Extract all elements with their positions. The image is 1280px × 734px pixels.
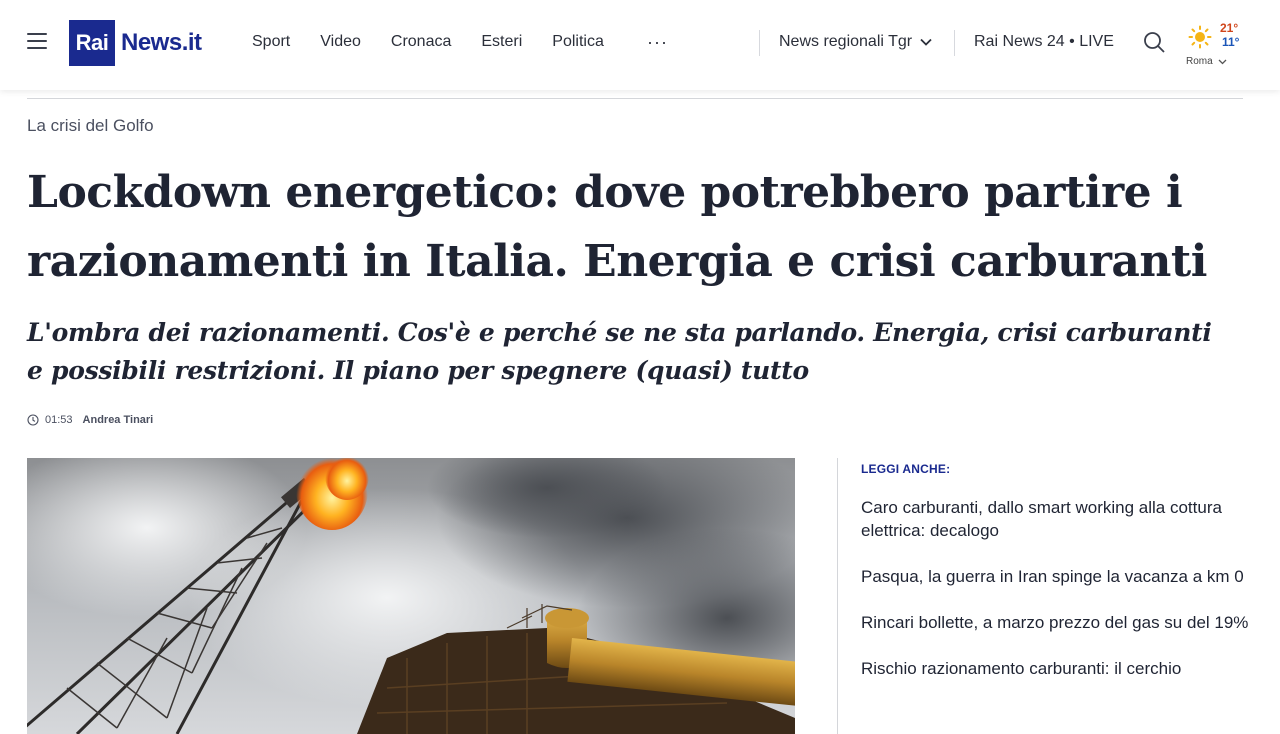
chevron-down-icon [920, 38, 932, 46]
weather-city: Roma [1186, 56, 1227, 67]
nav-item-video[interactable]: Video [320, 33, 361, 51]
regional-news-label: News regionali Tgr [779, 33, 913, 50]
article-title: Lockdown energetico: dove potrebbero par… [27, 167, 1207, 287]
weather-city-label: Roma [1186, 56, 1213, 67]
regional-news-dropdown[interactable]: News regionali Tgr [779, 33, 932, 51]
temp-high: 21° [1220, 21, 1239, 35]
search-icon[interactable] [1143, 31, 1165, 53]
gas-flare-photo [27, 458, 795, 734]
nav-item-esteri[interactable]: Esteri [481, 33, 522, 51]
main-nav: Sport Video Cronaca Esteri Politica [252, 33, 634, 51]
article-meta: 01:53 Andrea Tinari [27, 414, 153, 426]
sun-icon [1188, 25, 1212, 49]
article-time: 01:53 [45, 414, 73, 426]
article-kicker[interactable]: La crisi del Golfo [27, 116, 154, 136]
live-link[interactable]: Rai News 24 • LIVE [974, 33, 1114, 51]
related-article-link[interactable]: Pasqua, la guerra in Iran spinge la vaca… [861, 565, 1251, 588]
nav-item-cronaca[interactable]: Cronaca [391, 33, 451, 51]
chevron-down-icon [1218, 59, 1227, 64]
logo-rai: Rai [69, 20, 115, 66]
nav-item-sport[interactable]: Sport [252, 33, 290, 51]
article-hero-image[interactable] [27, 458, 795, 734]
related-article-link[interactable]: Caro carburanti, dallo smart working all… [861, 496, 1251, 542]
site-header: Rai News.it Sport Video Cronaca Esteri P… [0, 0, 1280, 90]
related-label: LEGGI ANCHE: [861, 462, 951, 476]
menu-icon[interactable] [27, 33, 47, 51]
article-subtitle: L'ombra dei razionamenti. Cos'è e perché… [27, 318, 1212, 385]
nav-item-politica[interactable]: Politica [552, 33, 604, 51]
article-author[interactable]: Andrea Tinari [83, 414, 154, 426]
section-divider [27, 98, 1243, 99]
related-article-link[interactable]: Rischio razionamento carburanti: il cerc… [861, 657, 1251, 680]
header-divider [954, 30, 955, 56]
related-articles: LEGGI ANCHE: Caro carburanti, dallo smar… [861, 462, 1251, 703]
logo-news: News.it [121, 29, 202, 56]
sidebar-divider [837, 458, 838, 734]
clock-icon [27, 414, 39, 426]
header-divider [759, 30, 760, 56]
site-logo[interactable]: Rai News.it [69, 20, 202, 66]
related-article-link[interactable]: Rincari bollette, a marzo prezzo del gas… [861, 611, 1251, 634]
weather-widget[interactable]: 21° 11° Roma [1183, 20, 1247, 72]
more-menu-button[interactable]: ··· [647, 33, 668, 51]
temp-low: 11° [1222, 35, 1240, 49]
